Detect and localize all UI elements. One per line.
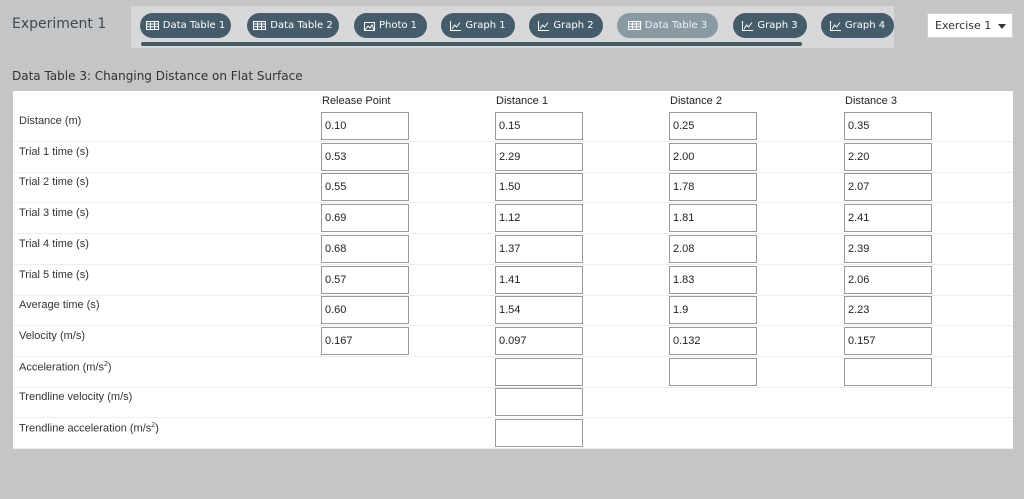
table-icon: [627, 21, 641, 30]
value-input[interactable]: [495, 419, 583, 447]
row-label: Trial 3 time (s): [19, 207, 89, 220]
value-input[interactable]: 2.23: [844, 296, 932, 325]
tab-graph-4[interactable]: Graph 4: [821, 13, 894, 38]
value-input[interactable]: 1.9: [669, 296, 757, 325]
value-input[interactable]: 0.097: [495, 326, 583, 355]
graph-icon: [538, 20, 550, 31]
value-input[interactable]: 0.57: [321, 265, 409, 294]
tab-label: Graph 3: [757, 20, 798, 31]
value-input[interactable]: 1.41: [495, 265, 583, 294]
value-input[interactable]: 0.167: [321, 326, 409, 355]
table-row: Acceleration (m/s2): [13, 357, 1013, 388]
graph-icon: [742, 20, 754, 31]
value-input[interactable]: 1.83: [669, 265, 757, 294]
tab-label: Data Table 3: [644, 20, 708, 31]
column-header-distance-1: Distance 1: [496, 95, 548, 107]
row-label: Trendline velocity (m/s): [19, 391, 133, 404]
value-input[interactable]: 0.35: [844, 112, 932, 140]
table-icon: [253, 21, 267, 30]
value-input[interactable]: [495, 388, 583, 417]
tab-label: Graph 4: [844, 20, 886, 31]
tab-graph-3[interactable]: Graph 3: [733, 13, 807, 38]
tab-label: Data Table 2: [270, 20, 333, 31]
tab-strip-scrollbar[interactable]: [141, 42, 802, 46]
chevron-down-icon: [998, 24, 1006, 29]
exercise-select[interactable]: Exercise 1: [927, 13, 1013, 38]
row-label: Trendline acceleration (m/s2): [19, 422, 159, 435]
column-header-distance-3: Distance 3: [845, 95, 897, 107]
value-input[interactable]: 1.12: [495, 204, 583, 233]
value-input[interactable]: 0.25: [669, 112, 757, 140]
table-row: Velocity (m/s) 0.167 0.097 0.132 0.157: [13, 326, 1013, 357]
value-input[interactable]: 2.06: [844, 265, 932, 294]
table-header-row: Release Point Distance 1 Distance 2 Dist…: [13, 91, 1013, 111]
value-input[interactable]: 0.60: [321, 296, 409, 325]
data-table: Release Point Distance 1 Distance 2 Dist…: [13, 91, 1013, 449]
row-label: Average time (s): [19, 299, 100, 312]
data-table-title: Data Table 3: Changing Distance on Flat …: [12, 69, 303, 83]
tab-label: Graph 1: [465, 20, 506, 31]
value-input[interactable]: 0.69: [321, 204, 409, 233]
value-input[interactable]: 2.00: [669, 142, 757, 171]
tab-data-table-1[interactable]: Data Table 1: [140, 13, 231, 38]
tab-label: Graph 2: [553, 20, 594, 31]
column-header-release-point: Release Point: [322, 95, 391, 107]
tab-label: Photo 1: [378, 20, 418, 31]
value-input[interactable]: 0.55: [321, 173, 409, 202]
value-input[interactable]: 1.78: [669, 173, 757, 202]
table-row: Trial 1 time (s) 0.53 2.29 2.00 2.20: [13, 142, 1013, 173]
row-label: Trial 2 time (s): [19, 176, 89, 189]
experiment-title: Experiment 1: [12, 16, 107, 32]
value-input[interactable]: 0.132: [669, 326, 757, 355]
table-row: Trial 3 time (s) 0.69 1.12 1.81 2.41: [13, 203, 1013, 235]
value-input[interactable]: 0.10: [321, 112, 409, 140]
value-input[interactable]: [669, 357, 757, 386]
value-input[interactable]: 1.37: [495, 234, 583, 263]
table-row: Trendline velocity (m/s): [13, 387, 1013, 419]
graph-icon: [450, 20, 462, 31]
row-label: Trial 1 time (s): [19, 145, 89, 158]
value-input[interactable]: 1.81: [669, 204, 757, 233]
tab-data-table-2[interactable]: Data Table 2: [247, 13, 339, 38]
row-label: Acceleration (m/s2): [19, 360, 112, 374]
table-icon: [145, 21, 159, 30]
value-input[interactable]: 2.20: [844, 142, 932, 171]
value-input[interactable]: 2.07: [844, 173, 932, 202]
value-input[interactable]: 2.08: [669, 234, 757, 263]
row-label: Trial 4 time (s): [19, 237, 89, 250]
table-row: Trial 4 time (s) 0.68 1.37 2.08 2.39: [13, 234, 1013, 265]
value-input[interactable]: 2.41: [844, 204, 932, 233]
image-icon: [363, 21, 375, 31]
exercise-select-value: Exercise 1: [935, 19, 992, 32]
tab-graph-2[interactable]: Graph 2: [529, 13, 603, 38]
value-input[interactable]: 2.29: [495, 142, 583, 171]
table-row: Average time (s) 0.60 1.54 1.9 2.23: [13, 295, 1013, 327]
table-row: Trendline acceleration (m/s2): [13, 418, 1013, 449]
tab-photo-1[interactable]: Photo 1: [354, 13, 427, 38]
value-input[interactable]: 0.157: [844, 326, 932, 355]
top-bar: Experiment 1 Graph 4 Graph 3 Data Table 3G…: [0, 0, 1024, 56]
table-row: Distance (m) 0.10 0.15 0.25 0.35: [13, 111, 1013, 142]
value-input[interactable]: [844, 357, 932, 386]
value-input[interactable]: 0.53: [321, 142, 409, 171]
column-header-distance-2: Distance 2: [670, 95, 722, 107]
table-row: Trial 2 time (s) 0.55 1.50 1.78 2.07: [13, 172, 1013, 204]
tab-data-table-3[interactable]: Data Table 3: [617, 13, 718, 38]
value-input[interactable]: 1.50: [495, 173, 583, 202]
row-label: Velocity (m/s): [19, 329, 86, 342]
row-label: Trial 5 time (s): [19, 268, 89, 281]
row-label: Distance (m): [19, 115, 82, 127]
table-row: Trial 5 time (s) 0.57 1.41 1.83 2.06: [13, 265, 1013, 296]
value-input[interactable]: [495, 357, 583, 386]
value-input[interactable]: 0.15: [495, 112, 583, 140]
tab-strip: Graph 4 Graph 3 Data Table 3 Graph 2 Graph 1…: [131, 6, 894, 48]
tab-graph-1[interactable]: Graph 1: [441, 13, 515, 38]
value-input[interactable]: 0.68: [321, 234, 409, 263]
graph-icon: [829, 20, 841, 31]
value-input[interactable]: 2.39: [844, 234, 932, 263]
value-input[interactable]: 1.54: [495, 296, 583, 325]
tab-label: Data Table 1: [162, 20, 226, 31]
